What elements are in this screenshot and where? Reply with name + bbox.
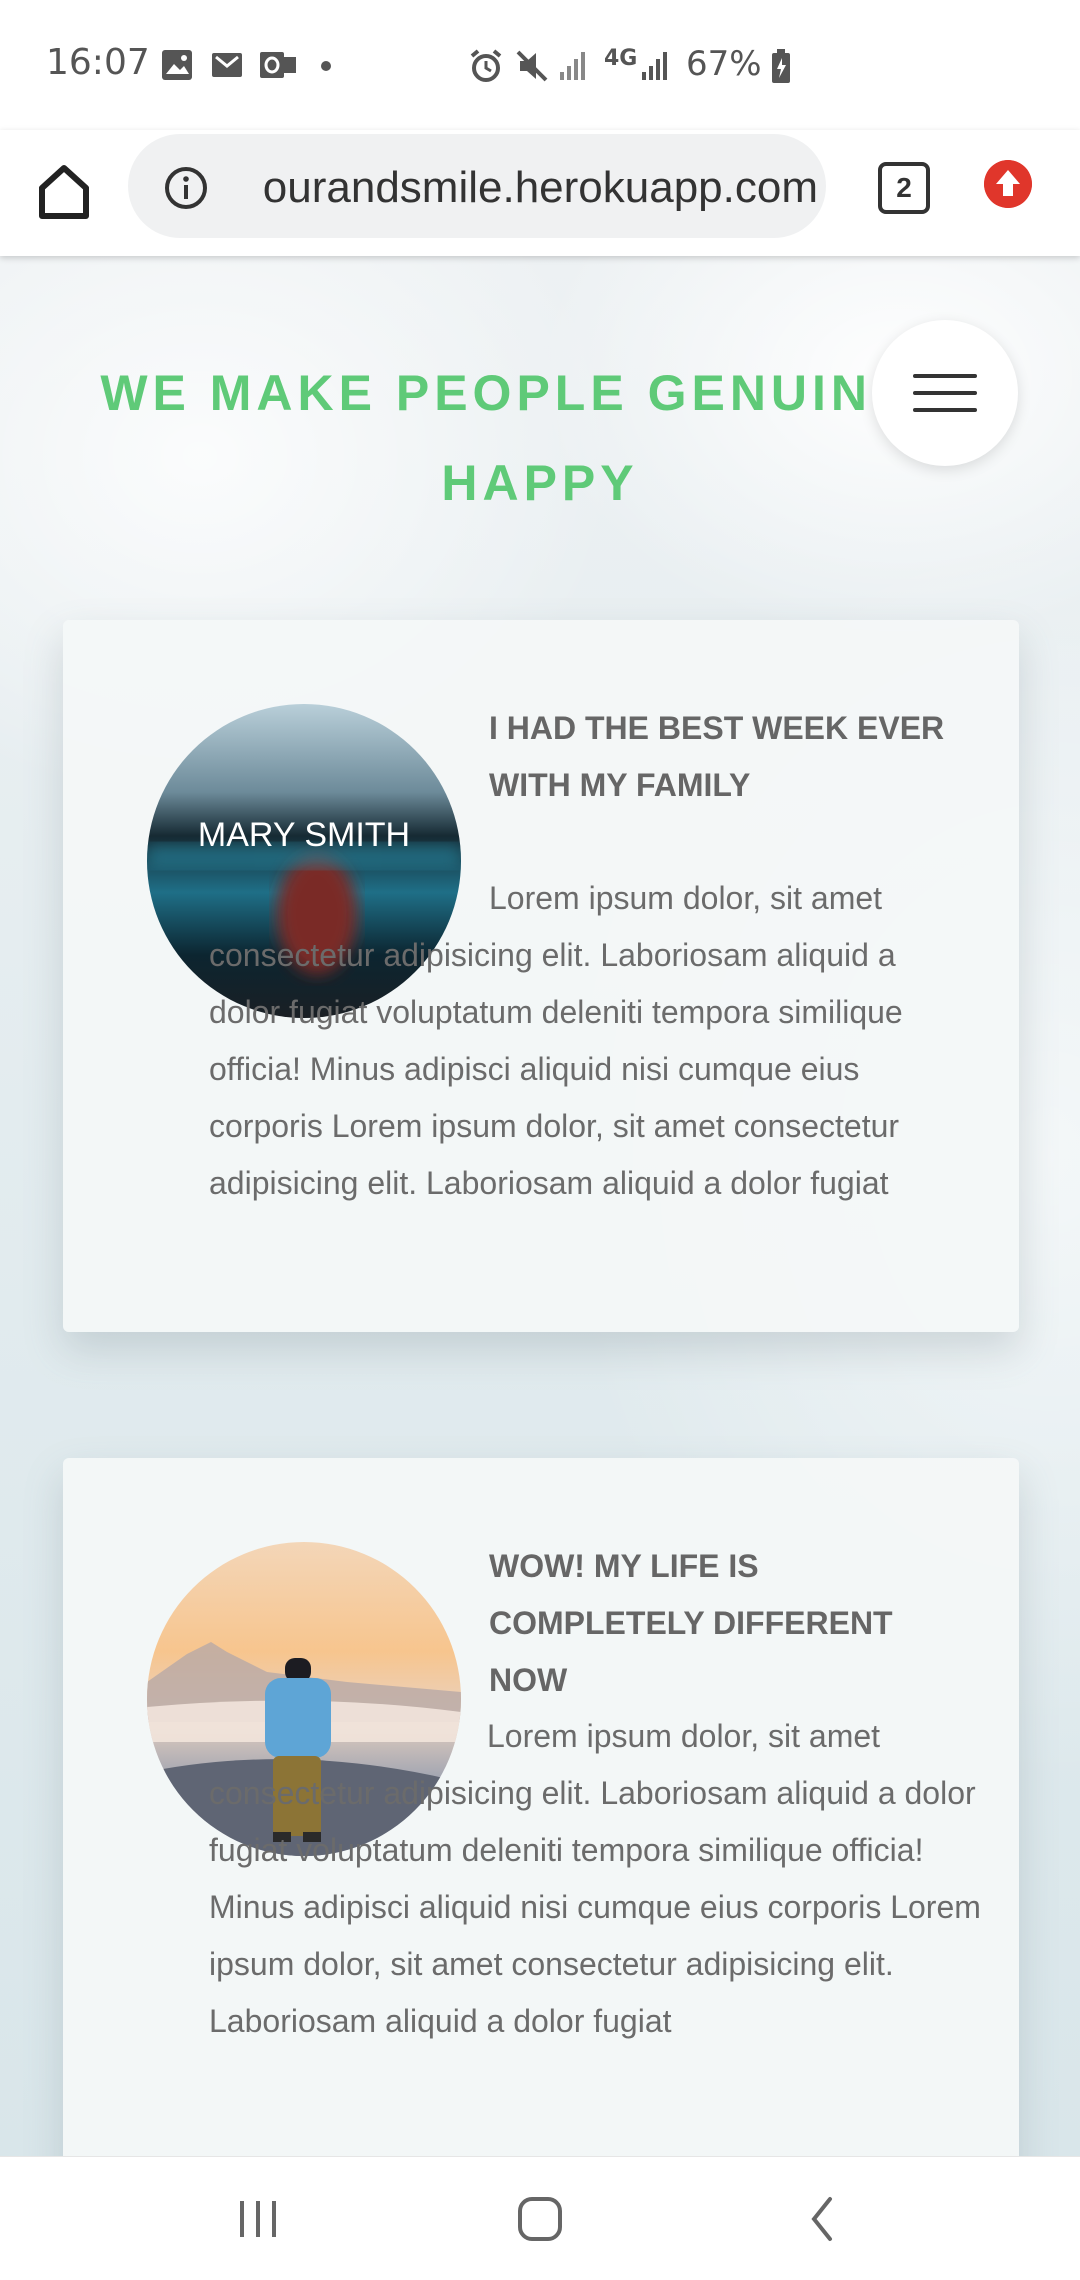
url-value: ourandsmile.herokuapp.com [262,163,818,212]
web-page: WE MAKE PEOPLE GENUINELY HAPPY MARY SMIT… [0,256,1080,2156]
update-arrow-icon[interactable] [984,160,1032,208]
card-title: WOW! MY LIFE IS COMPLETELY DIFFERENT NOW [489,1548,893,1698]
browser-toolbar: ourandsmile.herokuapp.com 2 [0,130,1080,256]
gmail-icon [212,53,242,77]
info-icon[interactable] [164,166,208,210]
home-button-icon[interactable] [516,2191,564,2247]
gallery-icon [162,50,192,80]
hamburger-icon [913,374,977,378]
signal-icon [642,52,667,80]
tab-switcher-button[interactable]: 2 [878,162,930,214]
address-bar[interactable]: ourandsmile.herokuapp.com [128,134,826,238]
battery-percent: 67% [686,44,762,84]
status-bar: 16:07 4G 67% [0,0,1080,130]
recent-apps-icon[interactable] [236,2191,280,2247]
system-nav-bar [0,2156,1080,2280]
testimonial-card: WOW! MY LIFE IS COMPLETELY DIFFERENT NOW… [63,1458,1019,2156]
status-time: 16:07 [46,42,150,83]
home-icon[interactable] [36,158,92,224]
testimonial-card: MARY SMITH I HAD THE BEST WEEK EVER WITH… [63,620,1019,1332]
url-text: ourandsmile.herokuapp.com [238,160,818,216]
avatar-name: MARY SMITH [197,816,411,854]
menu-button[interactable] [872,320,1018,466]
dot-icon [321,61,331,71]
card-title: I HAD THE BEST WEEK EVER WITH MY FAMILY [489,710,945,803]
network-4g-icon: 4G [604,46,638,71]
card-body: Lorem ipsum dolor, sit amet consectetur … [209,1718,981,2039]
card-body: Lorem ipsum dolor, sit amet consectetur … [209,880,903,1201]
alarm-icon [470,49,502,82]
back-icon[interactable] [804,2191,840,2247]
battery-charging-icon [772,49,790,83]
signal-icon [560,52,585,80]
mute-icon [516,50,548,82]
outlook-icon [260,52,296,78]
